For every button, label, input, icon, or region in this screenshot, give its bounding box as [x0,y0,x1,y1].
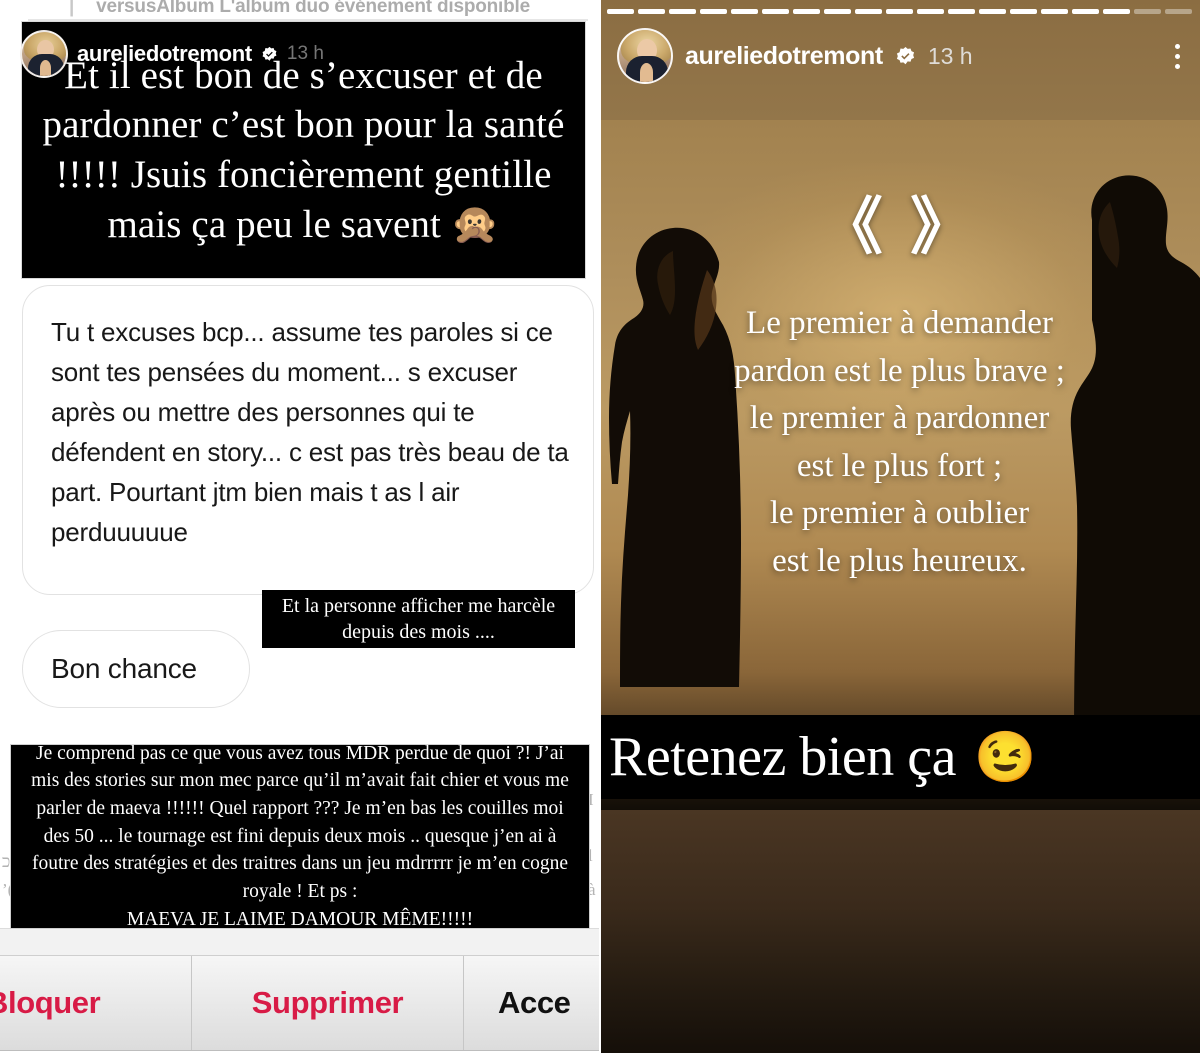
story-progress-segment[interactable] [793,9,820,14]
chat-bubble-incoming-text: Tu t excuses bcp... assume tes paroles s… [51,317,569,548]
story-caption-bar: Retenez bien ça 😉 [599,715,1200,799]
long-msg-line-1: Je comprend pas ce que vous avez tous MD… [36,742,472,764]
delete-button[interactable]: Supprimer [192,956,464,1050]
ghost-fragment-right-3: à [588,880,596,899]
kebab-dot [1175,53,1180,59]
accept-button[interactable]: Acce [464,956,599,1050]
panel-divider [599,0,601,1053]
overlay-quote-text: Et la personne afficher me harcèle depui… [281,595,556,643]
story-progress-segment[interactable] [917,9,944,14]
ghost-fragment-left-1: כ [2,852,11,871]
story-overlay-header: aureliedotremont 13 h [20,30,324,78]
quote-line-1: Le premier à demander [746,305,1053,341]
quote-line-5: le premier à oublier [769,495,1030,532]
avatar-neckline [40,60,51,76]
story-progress-segment[interactable] [979,9,1006,14]
story-progress-segment[interactable] [886,9,913,14]
story-username[interactable]: aureliedotremont [685,42,883,71]
story-card-text: Et il est bon de s’excuser et de pardonn… [42,53,565,246]
quote-line-3: le premier à pardonner [749,400,1050,437]
story-timestamp: 13 h [927,42,973,69]
kebab-menu-icon[interactable] [1175,43,1186,69]
screenshot-root: | versusAlbum L'album duo événement dispo… [0,0,1200,1053]
story-quote-text: Le premier à demander pardon est le plus… [627,300,1172,585]
story-progress-segment[interactable] [948,9,975,14]
story-progress-segment[interactable] [607,9,634,14]
banner-lead-glyph: | [69,0,75,17]
story-header: aureliedotremont 13 h [617,26,1186,86]
story-progress-segment[interactable] [1134,9,1161,14]
delete-button-label: Supprimer [251,985,404,1020]
verified-badge-icon [896,46,914,64]
overlay-long-message-block: Je comprend pas ce que vous avez tous MD… [11,743,589,930]
quote-marks: 《 》 [820,194,979,262]
story-progress-segment[interactable] [1072,9,1099,14]
story-caption-text: Retenez bien ça [609,726,956,788]
story-progress-segment[interactable] [855,9,882,14]
accept-button-label: Acce [498,985,571,1020]
left-panel-dm-thread: | versusAlbum L'album duo événement dispo… [0,0,599,1053]
banner-divider [28,19,588,21]
chat-bubble-second-text: Bon chance [51,653,197,684]
story-progress-segment[interactable] [700,9,727,14]
kebab-dot [1175,43,1180,49]
long-msg-line-7: MAEVA JE LAIME DAMOUR MÊME!!!!! [126,908,474,930]
story-timestamp: 13 h [286,43,324,64]
overlay-quote-block: Et la personne afficher me harcèle depui… [262,590,575,648]
block-button[interactable]: Bloquer [0,956,192,1050]
winking-face-emoji: 😉 [973,729,1037,785]
story-username[interactable]: aureliedotremont [77,41,252,67]
chat-bubble-second: Bon chance [22,630,250,708]
quote-line-4: est le plus fort ; [796,447,1003,484]
avatar-neckline [640,63,653,82]
story-progress-segment[interactable] [824,9,851,14]
long-msg-line-6: traitres dans un jeu mdrrrrr je m’en cog… [242,853,569,903]
story-progress-segment[interactable] [762,9,789,14]
verified-badge-icon [262,46,277,61]
story-progress-segment[interactable] [638,9,665,14]
kebab-dot [1175,63,1180,69]
story-progress-segment[interactable] [1041,9,1068,14]
quote-line-6: est le plus heureux. [772,542,1027,579]
story-progress-segment[interactable] [1165,9,1192,14]
quote-line-2: pardon est le plus brave ; [734,352,1065,389]
story-progress-segment[interactable] [731,9,758,14]
block-button-label: Bloquer [0,985,101,1020]
avatar[interactable] [20,30,68,78]
dm-request-action-bar: Bloquer Supprimer Acce [0,955,599,1051]
avatar[interactable] [617,28,673,84]
right-panel-instagram-story: 《 》 Le premier à demander pardon est le … [599,0,1200,1053]
overlay-long-message-text: Je comprend pas ce que vous avez tous MD… [11,740,589,934]
story-bottom-fill [599,810,1200,1053]
story-progress-segment[interactable] [1103,9,1130,14]
story-progress-segment[interactable] [1010,9,1037,14]
chat-bubble-incoming: Tu t excuses bcp... assume tes paroles s… [22,285,594,595]
story-progress-segment[interactable] [669,9,696,14]
story-progress-bar[interactable] [607,9,1192,14]
banner-text: versusAlbum L'album duo événement dispon… [96,0,530,17]
